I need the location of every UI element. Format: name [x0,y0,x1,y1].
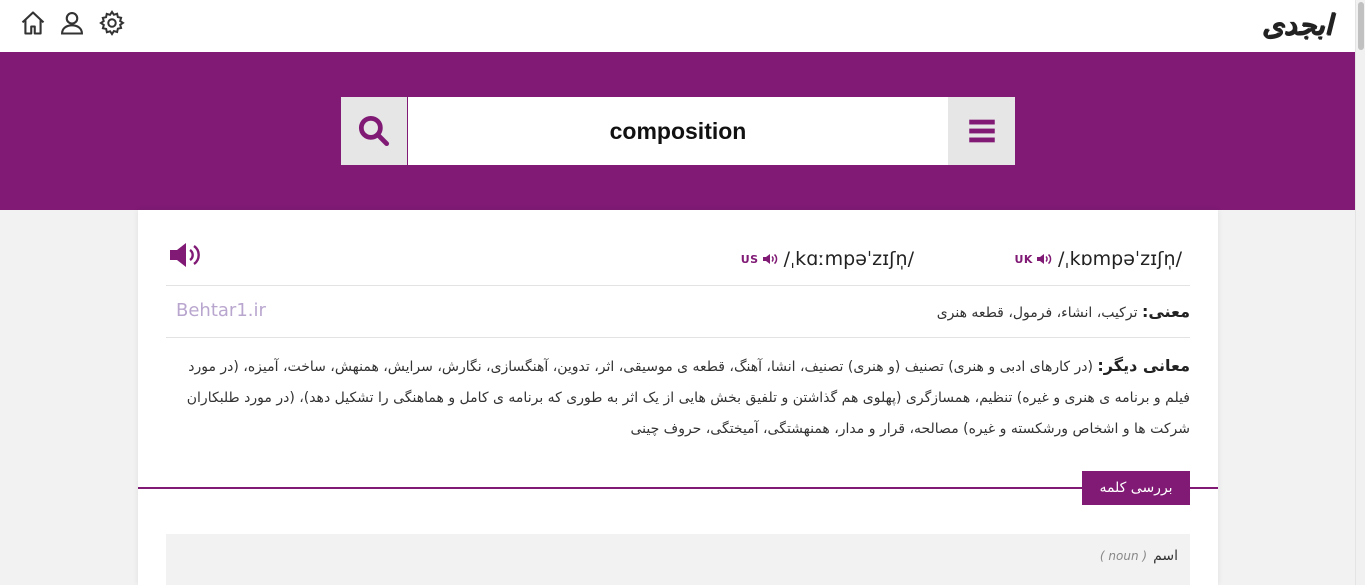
section-divider [138,487,1218,489]
uk-tag: UK [1014,252,1033,266]
pronunciation-uk: UK /ˌkɒmpəˈzɪʃn̩/ [1015,248,1183,270]
site-logo[interactable]: ابجدی [1262,6,1334,44]
search-box [341,97,1015,165]
us-ipa: /ˌkɑːmpəˈzɪʃn̩/ [783,248,914,270]
scrollbar[interactable] [1355,0,1365,585]
us-tag: US [740,252,759,266]
top-bar: ابجدی [0,0,1355,52]
part-of-speech-box: اسم ( noun ) [166,534,1190,585]
search-icon [358,115,390,147]
uk-speaker-icon[interactable] [1036,252,1052,266]
home-icon[interactable] [18,8,48,38]
word-review-tab[interactable]: بررسی کلمه [1082,471,1190,505]
meaning-text: ترکیب، انشاء، فرمول، قطعه هنری [936,305,1142,321]
meaning-label: معنی: [1141,302,1190,321]
other-meanings-text: (در کارهای ادبی و هنری) تصنیف (و هنری) ت… [186,359,1190,437]
menu-button[interactable] [948,97,1015,165]
scrollbar-thumb[interactable] [1358,2,1364,50]
pos-english: ( noun ) [1099,549,1148,563]
pronunciation-us: US /ˌkɑːmpəˈzɪʃn̩/ [741,248,914,270]
speaker-icon[interactable] [168,240,204,270]
us-speaker-icon[interactable] [762,252,778,266]
uk-ipa: /ˌkɒmpəˈzɪʃn̩/ [1057,248,1182,270]
menu-icon [968,119,995,143]
watermark: Behtar1.ir [176,300,266,321]
other-meanings: معانی دیگر: (در کارهای ادبی و هنری) تصنی… [166,350,1190,445]
search-input[interactable] [408,97,948,165]
pos-label: اسم [1153,548,1178,564]
other-meanings-label: معانی دیگر: [1097,356,1190,375]
search-button[interactable] [341,97,408,165]
part-of-speech: اسم ( noun ) [1100,548,1178,564]
logo-text: ابجدی [1262,8,1334,42]
meaning-row: Behtar1.ir معنی: ترکیب، انشاء، فرمول، قط… [166,286,1190,338]
user-icon[interactable] [57,8,87,38]
meaning: معنی: ترکیب، انشاء، فرمول، قطعه هنری [937,302,1190,321]
pronunciation-row: US /ˌkɑːmpəˈzɪʃn̩/ UK /ˌkɒmpəˈzɪʃn̩/ [166,228,1190,286]
word-card: US /ˌkɑːmpəˈzɪʃn̩/ UK /ˌkɒmpəˈzɪʃn̩/ Beh… [138,210,1218,585]
search-header [0,52,1355,210]
gear-icon[interactable] [97,8,127,38]
